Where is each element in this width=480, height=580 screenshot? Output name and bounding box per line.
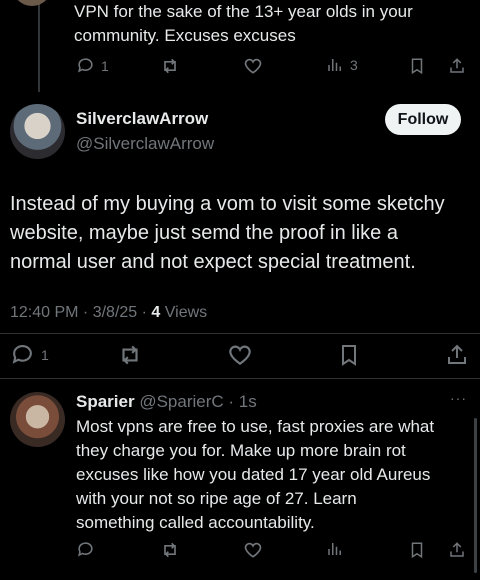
views-number: 4 [151,304,161,321]
prev-avatar[interactable] [12,0,52,6]
reply-icon [10,342,35,367]
reply-text-line: something called accountability. [76,513,315,532]
reply-display-name[interactable]: Sparier [76,392,135,411]
main-share-button[interactable] [445,342,469,368]
views-icon [326,540,344,558]
views-label: Views [160,304,208,321]
share-icon [448,540,466,560]
prev-reply-text: VPN for the sake of the 13+ year olds in… [74,0,474,48]
main-reply-count: 1 [41,346,49,363]
main-display-name[interactable]: SilverclawArrow [76,109,208,129]
divider-1 [0,333,480,334]
retweet-icon [160,56,180,76]
thread-line [38,0,40,92]
share-icon [448,56,466,76]
reply-icon [76,56,95,75]
more-options-icon[interactable]: ··· [450,390,467,406]
reply-icon [76,540,95,559]
bookmark-icon [408,540,426,560]
divider-2 [0,378,480,379]
reply-reply-button[interactable] [76,540,95,559]
scrollbar[interactable] [474,418,477,573]
main-text-line1: Instead of my buying a vom to visit some… [10,193,445,215]
reply-text-line: they charge you for. Make up more brain … [76,441,406,460]
reply-text-line: with your not so ripe age of 27. Learn [76,489,357,508]
retweet-icon [160,540,180,560]
main-retweet-button[interactable] [117,342,143,368]
reply-text-line: Most vpns are free to use, fast proxies … [76,417,435,436]
bookmark-icon [337,342,361,368]
reply-avatar[interactable] [10,392,65,447]
reply-like-button[interactable] [243,540,263,560]
post-meta: 12:40 PM · 3/8/25 · 4 Views [10,304,207,322]
reply-text-line: excuses like how you dated 17 year old A… [76,465,431,484]
main-text-line3: normal user and not expect special treat… [10,251,416,273]
prev-share-button[interactable] [448,56,466,76]
follow-button[interactable]: Follow [385,104,461,135]
main-post-text: Instead of my buying a vom to visit some… [10,190,475,277]
prev-views-button[interactable]: 3 [326,56,358,74]
reply-header: Sparier @SparierC · 1s [76,392,257,412]
main-like-button[interactable] [227,342,253,368]
reply-retweet-button[interactable] [160,540,180,560]
prev-views-count: 3 [350,57,358,73]
main-bookmark-button[interactable] [337,342,361,368]
reply-share-button[interactable] [448,540,466,560]
views-icon [326,56,344,74]
reply-handle[interactable]: @SparierC [139,392,223,411]
main-avatar[interactable] [10,104,65,159]
prev-like-button[interactable] [243,56,263,76]
retweet-icon [117,342,143,368]
like-icon [227,342,253,368]
like-icon [243,540,263,560]
reply-views-button[interactable] [326,540,344,558]
prev-reply-button[interactable]: 1 [76,56,109,75]
post-timestamp[interactable]: 12:40 PM · 3/8/25 · [10,304,151,321]
main-text-line2: website, maybe just semd the proof in li… [10,222,398,244]
like-icon [243,56,263,76]
prev-text-line1: VPN for the sake of the 13+ year olds in… [74,2,413,21]
reply-text: Most vpns are free to use, fast proxies … [76,415,476,535]
main-handle[interactable]: @SilverclawArrow [76,134,214,154]
prev-retweet-button[interactable] [160,56,180,76]
prev-bookmark-button[interactable] [408,56,426,76]
reply-age: · 1s [228,392,257,411]
prev-text-line2: community. Excuses excuses [74,26,296,45]
bookmark-icon [408,56,426,76]
reply-bookmark-button[interactable] [408,540,426,560]
prev-reply-count: 1 [101,57,109,74]
main-reply-button[interactable]: 1 [10,342,49,367]
share-icon [445,342,469,368]
